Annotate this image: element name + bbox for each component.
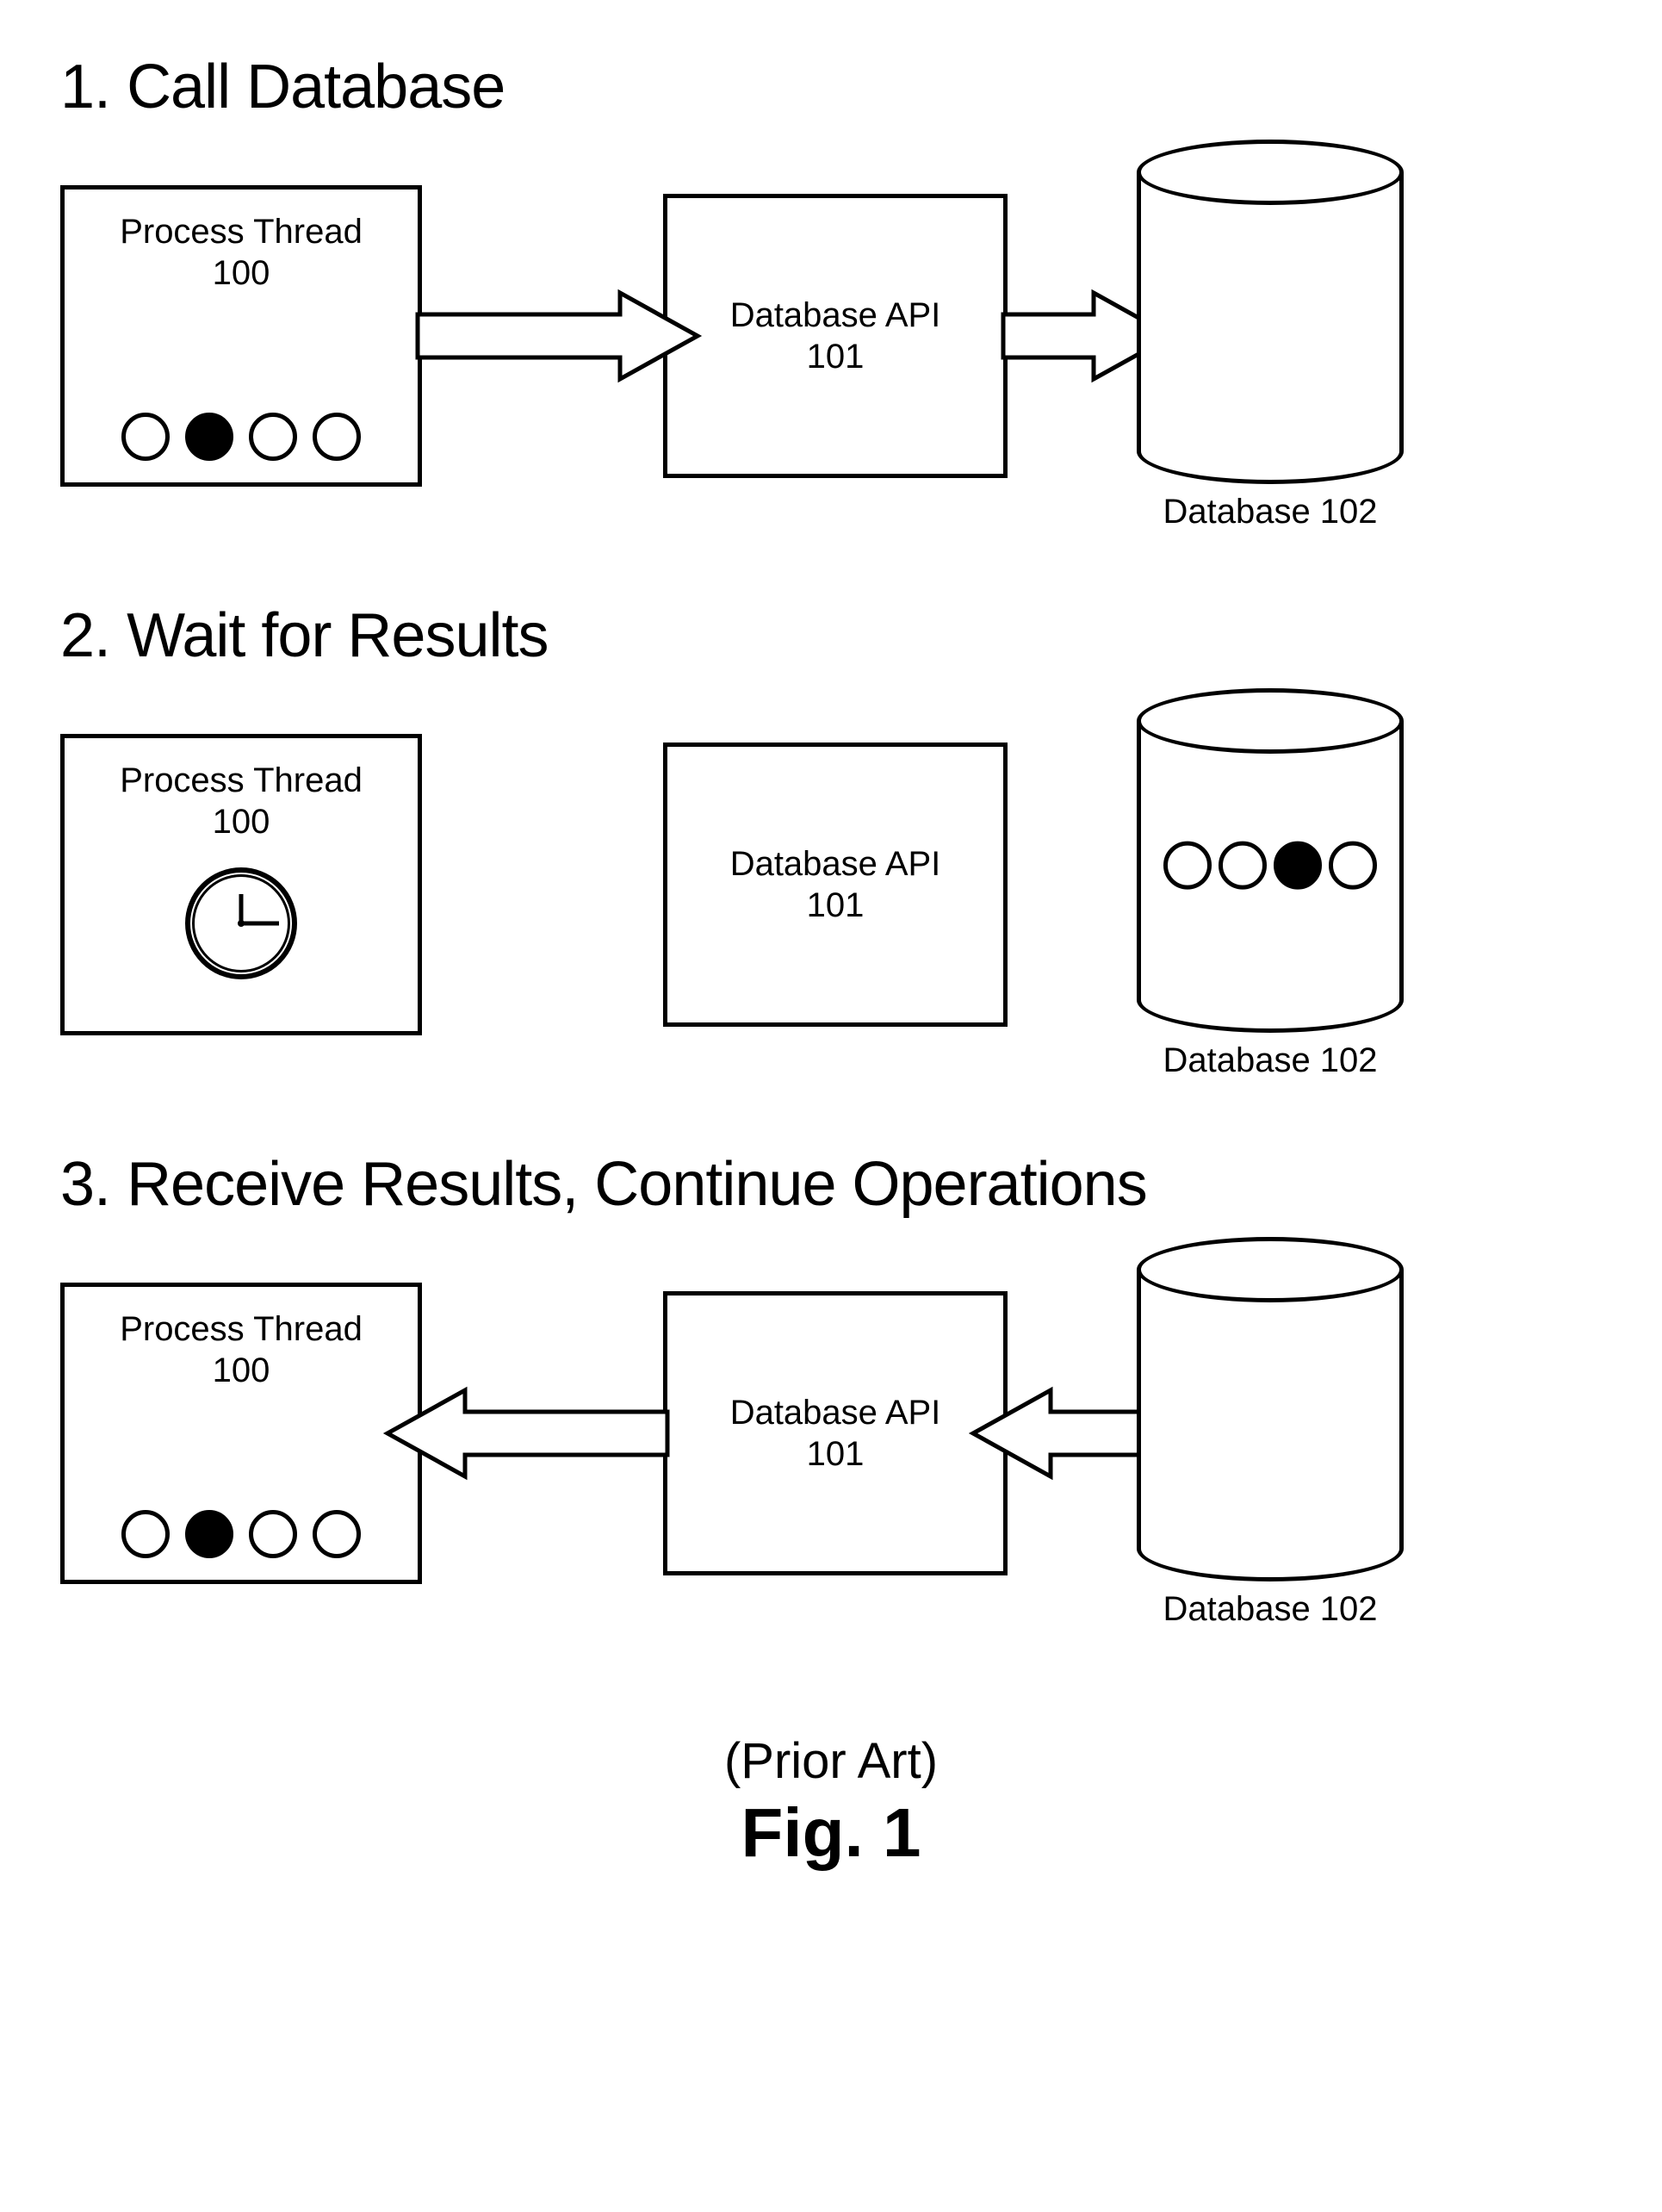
arrow-left-1 <box>422 1382 663 1485</box>
section-call-database: 1. Call Database Process Thread 100 <box>34 52 1628 531</box>
arrow-left-2 <box>1008 1382 1137 1485</box>
database-cylinder-col: Database 102 <box>1137 1237 1404 1629</box>
database-cylinder-col: Database 102 <box>1137 140 1404 531</box>
dot-filled <box>1274 842 1322 890</box>
section-title-1: 1. Call Database <box>60 52 1628 122</box>
figure-footer: (Prior Art) Fig. 1 <box>34 1732 1628 1873</box>
section-text: Receive Results, Continue Operations <box>127 1150 1147 1219</box>
process-thread-box: Process Thread 100 <box>60 185 422 487</box>
arrow-right-2 <box>1008 284 1137 388</box>
dot-empty <box>121 413 170 461</box>
section-num: 3. <box>60 1150 110 1219</box>
database-cylinder-icon <box>1137 140 1404 484</box>
database-api-box: Database API 101 <box>663 194 1008 478</box>
database-api-box: Database API 101 <box>663 743 1008 1027</box>
section-title-2: 2. Wait for Results <box>60 600 1628 671</box>
database-cylinder-icon <box>1137 1237 1404 1581</box>
dot-empty <box>249 1510 297 1558</box>
row-2: Process Thread 100 Database API 101 <box>60 688 1628 1080</box>
dot-filled <box>185 413 233 461</box>
database-label: Database 102 <box>1163 1041 1377 1080</box>
dot-empty <box>1163 842 1212 890</box>
process-thread-box: Process Thread 100 <box>60 734 422 1035</box>
arrow-right-1 <box>422 284 663 388</box>
dot-empty <box>313 413 361 461</box>
row-3: Process Thread 100 Database API 101 <box>60 1237 1628 1629</box>
section-receive-results: 3. Receive Results, Continue Operations … <box>34 1149 1628 1629</box>
dot-empty <box>1219 842 1267 890</box>
process-label: Process Thread 100 <box>120 760 363 842</box>
process-thread-box: Process Thread 100 <box>60 1283 422 1584</box>
dot-filled <box>185 1510 233 1558</box>
database-label: Database 102 <box>1163 493 1377 531</box>
database-cylinder-icon <box>1137 688 1404 1033</box>
api-label: Database API 101 <box>730 1392 941 1475</box>
process-label: Process Thread 100 <box>120 1308 363 1391</box>
database-label: Database 102 <box>1163 1590 1377 1629</box>
row-1: Process Thread 100 Database API 101 <box>60 140 1628 531</box>
database-cylinder-col: Database 102 <box>1137 688 1404 1080</box>
dot-empty <box>1329 842 1377 890</box>
dot-empty <box>249 413 297 461</box>
figure-number: Fig. 1 <box>34 1793 1628 1873</box>
section-num: 1. <box>60 53 110 121</box>
clock-icon <box>185 867 297 979</box>
dot-empty <box>313 1510 361 1558</box>
prior-art-label: (Prior Art) <box>34 1732 1628 1790</box>
database-api-box: Database API 101 <box>663 1291 1008 1575</box>
section-title-3: 3. Receive Results, Continue Operations <box>60 1149 1628 1220</box>
section-text: Wait for Results <box>127 601 548 670</box>
section-wait-results: 2. Wait for Results Process Thread 100 <box>34 600 1628 1080</box>
database-dots <box>1163 842 1377 890</box>
process-dots <box>65 413 418 461</box>
api-label: Database API 101 <box>730 295 941 377</box>
process-dots <box>65 1510 418 1558</box>
process-label: Process Thread 100 <box>120 211 363 294</box>
dot-empty <box>121 1510 170 1558</box>
section-num: 2. <box>60 601 110 670</box>
section-text: Call Database <box>127 53 505 121</box>
api-label: Database API 101 <box>730 843 941 926</box>
